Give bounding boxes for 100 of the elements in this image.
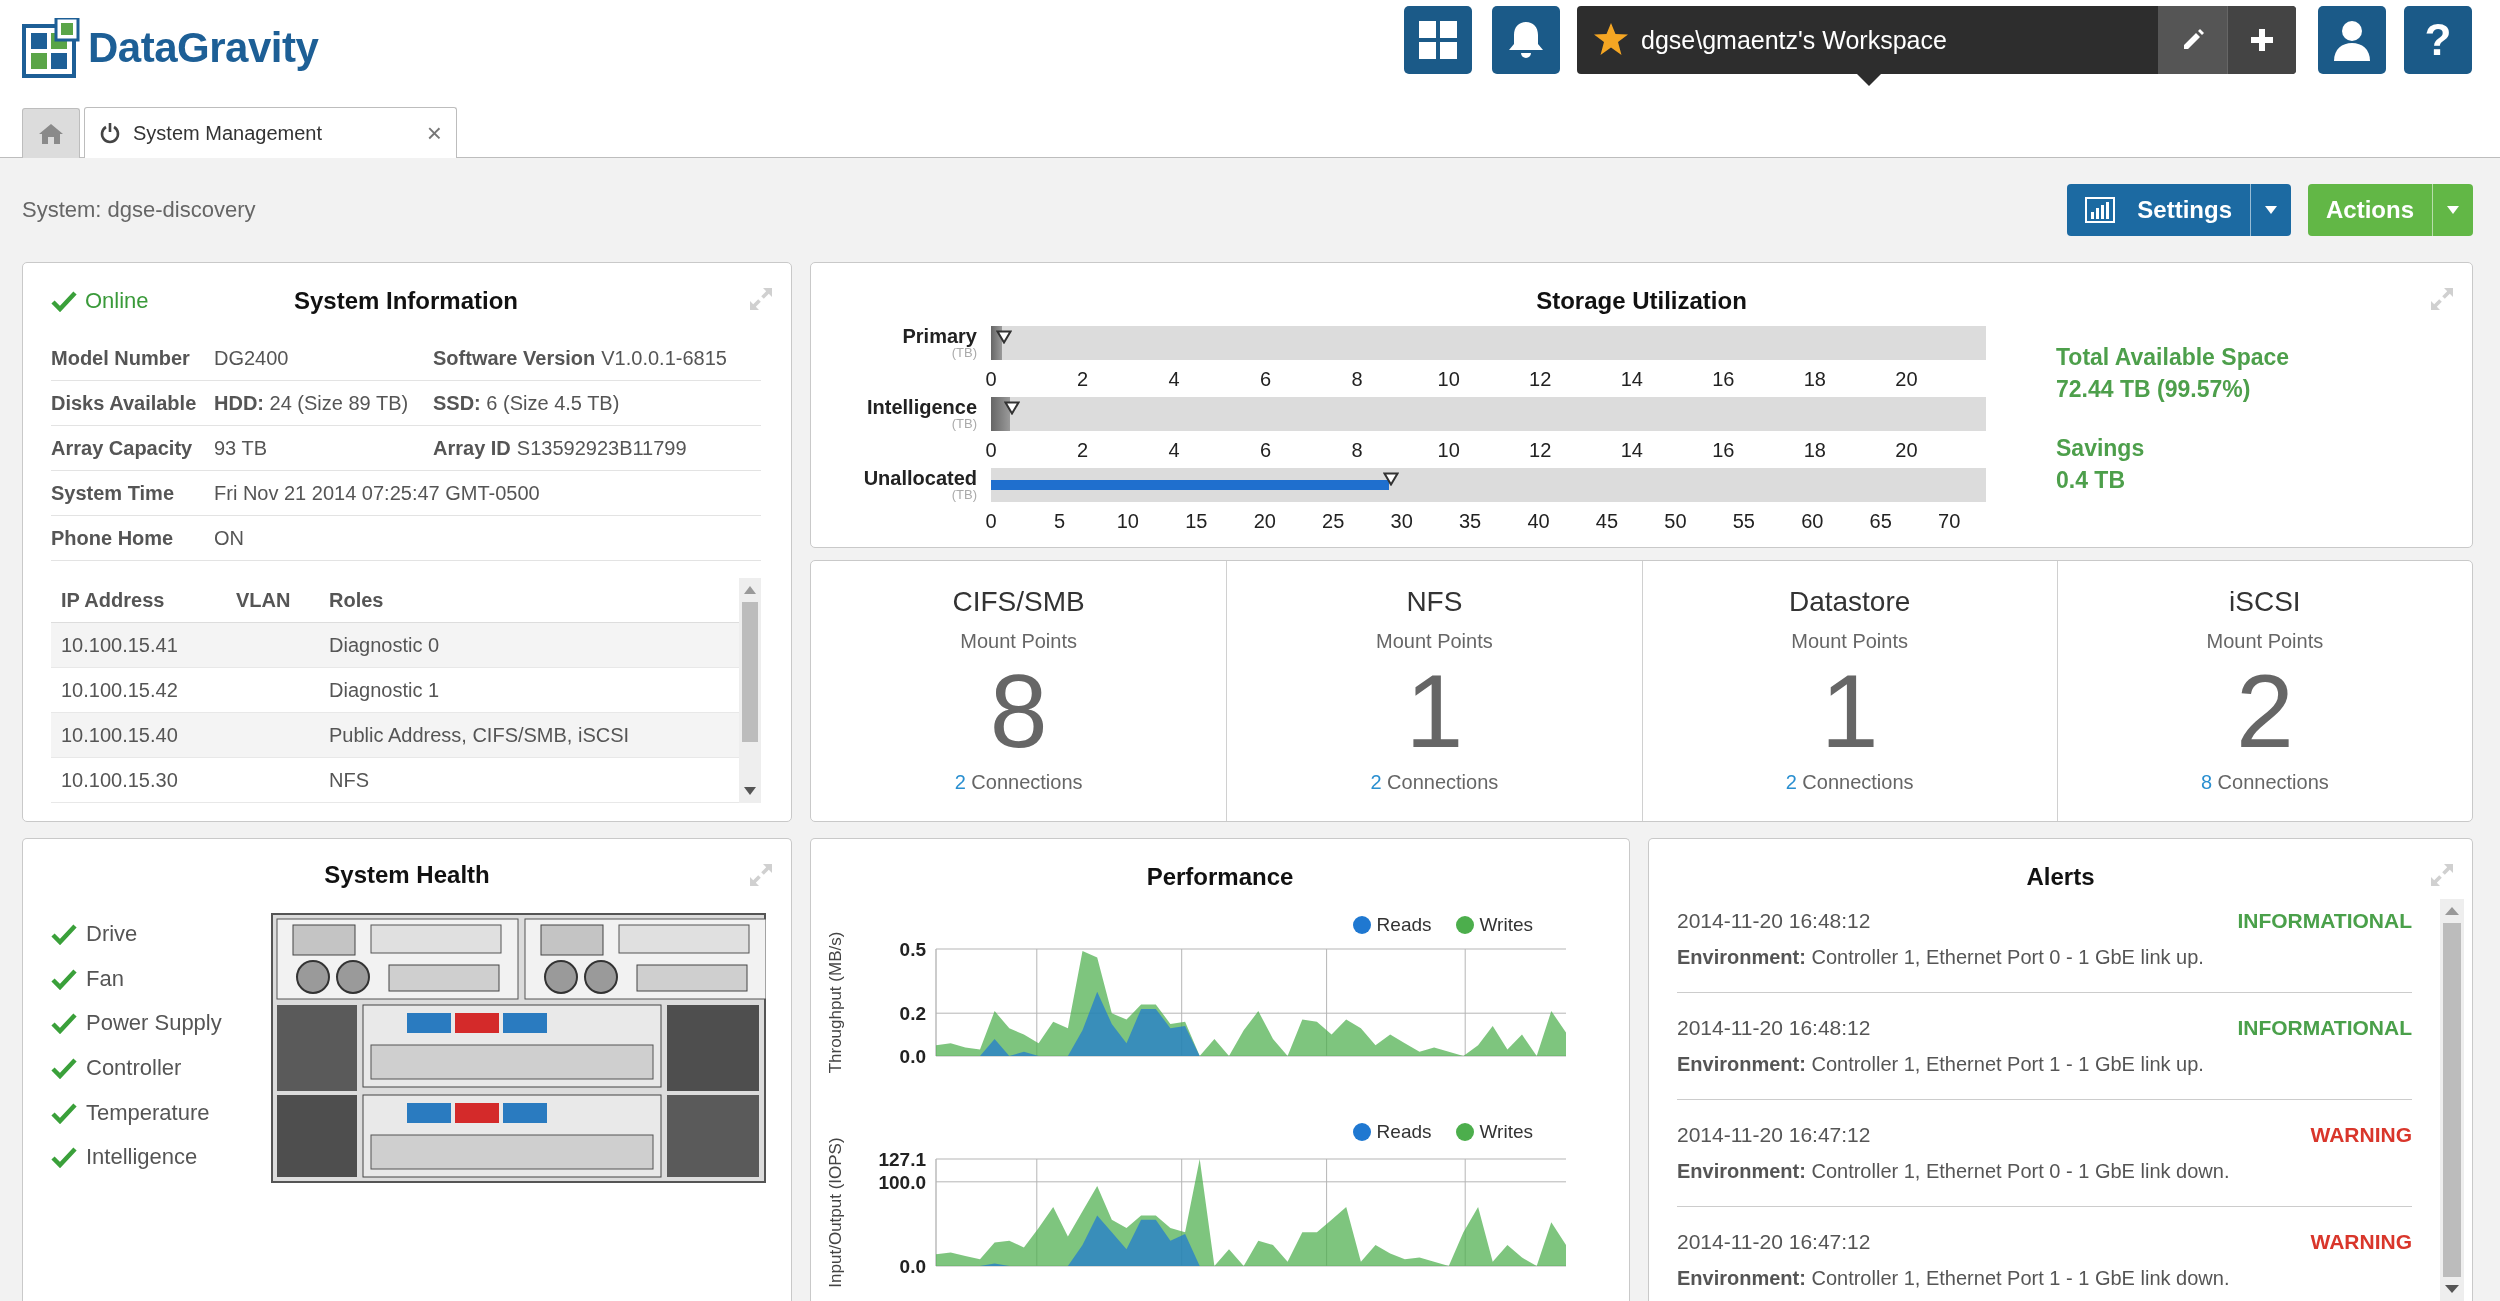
- field-value: HDD: 24 (Size 89 TB): [214, 391, 409, 415]
- status-label: Online: [85, 288, 149, 314]
- workspace-name[interactable]: dgse\gmaentz's Workspace: [1641, 6, 2158, 74]
- scrollbar[interactable]: [2440, 899, 2464, 1301]
- summary-value: 0.4 TB: [2056, 466, 2127, 495]
- tick-label: 40: [1527, 510, 1550, 532]
- connections-link[interactable]: 2 Connections: [1370, 771, 1499, 793]
- tick-label: 45: [1595, 510, 1619, 532]
- alert-time: 2014-11-20 16:47:12: [1677, 1229, 1871, 1255]
- table-cell-text: NFS: [328, 768, 370, 792]
- mount-count: 2: [2234, 661, 2295, 761]
- severity-label: INFORMATIONAL: [2237, 1015, 2412, 1041]
- share-type-title: CIFS/SMB: [951, 585, 1086, 619]
- table-cell-text: Diagnostic 0: [328, 633, 441, 657]
- connections-link[interactable]: 2 Connections: [954, 771, 1083, 793]
- field-value: SSD: 6 (Size 4.5 TB): [433, 391, 620, 415]
- health-item-label: Controller: [86, 1055, 182, 1082]
- page-tab[interactable]: System Management ×: [84, 107, 457, 158]
- mount-count: 1: [1404, 661, 1465, 761]
- tick-label: 65: [1869, 510, 1892, 532]
- table-cell-text: 10.100.15.30: [60, 768, 179, 792]
- table-cell-text: Public Address, CIFS/SMB, iSCSI: [328, 723, 631, 747]
- tick-label: 12: [1529, 368, 1552, 390]
- tick-label: 6: [1260, 368, 1272, 390]
- alert-message: Environment: Controller 1, Ethernet Port 0 - 1 GbE link down.: [1677, 1159, 2231, 1184]
- tick-label: 5: [1053, 510, 1065, 532]
- tick-label: 2: [1076, 439, 1089, 461]
- scroll-up-icon[interactable]: [744, 586, 756, 594]
- tick-label: 0.2: [899, 1003, 926, 1025]
- notifications-button[interactable]: [1492, 6, 1560, 74]
- user-button[interactable]: [2318, 6, 2386, 74]
- tick-label: 16: [1712, 368, 1735, 390]
- legend-label: Reads: [1376, 914, 1432, 936]
- mount-count: 8: [988, 661, 1049, 761]
- grid-icon: [1418, 20, 1458, 60]
- home-icon: [38, 122, 64, 145]
- tick-label: 6: [1260, 439, 1272, 461]
- share-type-title: iSCSI: [2228, 585, 2302, 619]
- tick-label: 127.1: [878, 1149, 926, 1170]
- share-type-title: NFS: [1405, 585, 1464, 619]
- settings-button[interactable]: Settings: [2067, 184, 2250, 236]
- apps-button[interactable]: [1404, 6, 1472, 74]
- tick-label: 50: [1664, 510, 1687, 532]
- severity-label: WARNING: [2310, 1122, 2412, 1148]
- tick-label: 18: [1803, 368, 1826, 390]
- expand-icon[interactable]: [749, 287, 773, 311]
- scroll-up-icon[interactable]: [2445, 907, 2459, 915]
- mount-points-label: Mount Points: [2205, 629, 2325, 653]
- tick-label: 10: [1116, 510, 1139, 532]
- edit-button[interactable]: [2158, 6, 2227, 74]
- logo-icon: [22, 18, 80, 78]
- tick-label: 14: [1620, 439, 1643, 461]
- home-tab[interactable]: [22, 108, 80, 158]
- connections-link[interactable]: 2 Connections: [1785, 771, 1914, 793]
- mount-points-label: Mount Points: [1375, 629, 1494, 653]
- help-button[interactable]: ?: [2404, 6, 2472, 74]
- mount-points-label: Mount Points: [959, 629, 1078, 653]
- column-header: IP Address: [60, 588, 166, 612]
- tick-label: 10: [1437, 439, 1460, 461]
- table-cell-text: Diagnostic 1: [328, 678, 441, 702]
- legend-label: Writes: [1479, 914, 1533, 936]
- health-item-label: Drive: [86, 921, 138, 948]
- unit-label: (TB): [951, 417, 977, 431]
- tick-label: 20: [1895, 368, 1918, 390]
- add-button[interactable]: [2227, 6, 2296, 74]
- bell-icon: [1507, 20, 1545, 60]
- axis-title: Throughput (MB/s): [826, 931, 845, 1074]
- connections-link[interactable]: 8 Connections: [2200, 771, 2329, 793]
- panel-title: System Health: [324, 860, 490, 890]
- alert-message: Environment: Controller 1, Ethernet Port 0 - 1 GbE link up.: [1677, 945, 2205, 970]
- share-type-title: Datastore: [1787, 585, 1912, 619]
- tick-label: 4: [1168, 439, 1180, 461]
- close-button[interactable]: ×: [426, 117, 442, 149]
- scrollbar-thumb[interactable]: [742, 602, 758, 742]
- scroll-down-icon[interactable]: [744, 787, 756, 795]
- scroll-down-icon[interactable]: [2445, 1285, 2459, 1293]
- expand-icon[interactable]: [2430, 863, 2454, 887]
- scrollbar[interactable]: [739, 578, 761, 803]
- field-label: Array ID: [433, 436, 511, 460]
- field-label: Model Number: [51, 346, 190, 370]
- tick-label: 16: [1712, 439, 1735, 461]
- field-value: DG2400: [214, 346, 289, 370]
- tick-label: 25: [1322, 510, 1345, 532]
- column-header: VLAN: [235, 588, 292, 612]
- tick-label: 0.0: [899, 1256, 926, 1277]
- expand-icon[interactable]: [2430, 287, 2454, 311]
- dropdown-button[interactable]: [2250, 184, 2291, 236]
- panel-title: Storage Utilization: [1536, 286, 1747, 316]
- expand-icon[interactable]: [749, 863, 773, 887]
- field-value: S13592923B11799: [516, 436, 687, 460]
- alert-time: 2014-11-20 16:48:12: [1677, 1015, 1871, 1041]
- caret-icon: [2265, 206, 2277, 214]
- field-label: Array Capacity: [51, 436, 193, 460]
- unit-label: (TB): [951, 346, 977, 360]
- tick-label: 8: [1351, 368, 1363, 390]
- panel-title: System Information: [293, 286, 518, 316]
- tick-label: 15: [1185, 510, 1208, 532]
- plus-icon: [2251, 29, 2273, 51]
- scrollbar-thumb[interactable]: [2443, 923, 2461, 1277]
- dropdown-button[interactable]: [2432, 184, 2473, 236]
